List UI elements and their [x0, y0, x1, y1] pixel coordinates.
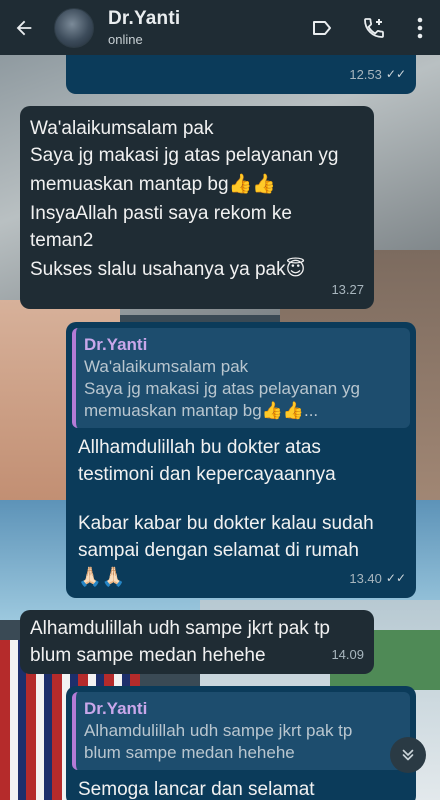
message-line: Wa'alaikumsalam pak [30, 118, 214, 139]
message-bubble-outgoing[interactable]: Dr.Yanti Wa'alaikumsalam pak Saya jg mak… [66, 322, 416, 598]
quoted-line: Alhamdulillah udh sampe jkrt pak tp [84, 721, 353, 740]
quoted-sender-name: Dr.Yanti [84, 699, 148, 718]
chat-header: Dr.Yanti online [0, 0, 440, 55]
message-time: 13.27 [331, 282, 364, 297]
quoted-line: blum sampe medan hehehe [84, 743, 295, 762]
message-line: sampai dengan selamat di rumah [78, 540, 359, 561]
message-bubble-incoming[interactable]: Alhamdulillah udh sampe jkrt pak tp blum… [20, 610, 374, 674]
add-call-icon [364, 17, 384, 38]
message-line: Sukses slalu usahanya ya pak😇 [30, 259, 306, 280]
message-meta: 14.09 [331, 641, 364, 668]
message-meta: 13.40 ✓✓ [349, 565, 406, 592]
quoted-line: Saya jg makasi jg atas pelayanan yg [84, 379, 360, 398]
message-line: Alhamdulillah udh sampe jkrt pak tp [30, 618, 330, 639]
message-line: Semoga lancar dan selamat [78, 779, 315, 800]
more-options-button[interactable] [400, 0, 440, 55]
scroll-to-bottom-button[interactable] [390, 737, 426, 773]
more-vert-icon [417, 17, 423, 38]
back-button[interactable] [0, 0, 48, 55]
message-time: 12.53 [349, 67, 382, 82]
quoted-sender-name: Dr.Yanti [84, 335, 148, 354]
read-ticks-icon: ✓✓ [385, 571, 406, 585]
message-meta: 12.53 ✓✓ [349, 61, 406, 88]
message-bubble-incoming[interactable]: Wa'alaikumsalam pak Saya jg makasi jg at… [20, 106, 374, 309]
message-meta: 13.27 [331, 276, 364, 303]
message-line: Kabar kabar bu dokter kalau sudah [78, 513, 374, 534]
message-line: Allhamdulillah bu dokter atas [78, 437, 321, 458]
message-line: Saya jg makasi jg atas pelayanan yg [30, 145, 339, 166]
back-arrow-icon [16, 20, 32, 35]
add-call-button[interactable] [348, 0, 400, 55]
contact-avatar[interactable] [54, 7, 94, 48]
quoted-message[interactable]: Dr.Yanti Alhamdulillah udh sampe jkrt pa… [72, 692, 410, 770]
label-icon [313, 20, 331, 35]
message-line: testimoni dan kepercayaannya [78, 464, 336, 485]
contact-status: online [108, 32, 143, 47]
quoted-message[interactable]: Dr.Yanti Wa'alaikumsalam pak Saya jg mak… [72, 328, 410, 428]
message-line [78, 488, 404, 510]
quoted-line: memuaskan mantap bg👍👍... [84, 401, 319, 420]
quoted-line: Wa'alaikumsalam pak [84, 357, 249, 376]
label-button[interactable] [296, 0, 348, 55]
message-line: memuaskan mantap bg👍👍 [30, 174, 276, 195]
contact-name: Dr.Yanti [108, 8, 181, 29]
message-line: blum sampe medan hehehe [30, 645, 266, 666]
message-bubble-outgoing[interactable]: Dr.Yanti Alhamdulillah udh sampe jkrt pa… [66, 686, 416, 800]
message-time: 14.09 [331, 647, 364, 662]
contact-info[interactable]: Dr.Yanti online [108, 8, 296, 47]
message-line: InsyaAllah pasti saya rekom ke [30, 203, 292, 224]
read-ticks-icon: ✓✓ [385, 67, 406, 81]
message-time: 13.40 [349, 571, 382, 586]
double-chevron-down-icon [402, 749, 414, 761]
message-line: teman2 [30, 230, 94, 251]
